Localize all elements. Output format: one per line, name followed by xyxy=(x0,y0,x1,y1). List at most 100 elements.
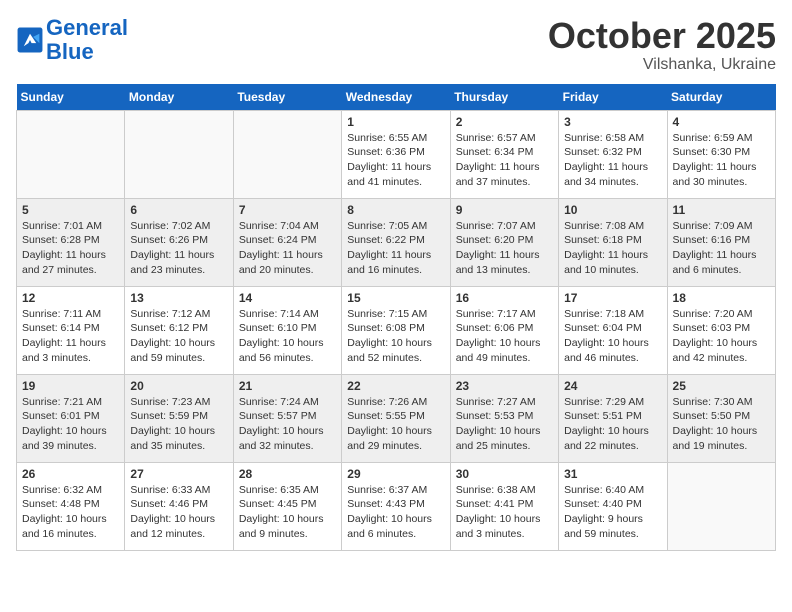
day-info: Sunrise: 7:01 AM Sunset: 6:28 PM Dayligh… xyxy=(22,219,119,278)
calendar-cell: 12 Sunrise: 7:11 AM Sunset: 6:14 PM Dayli… xyxy=(17,286,125,374)
day-number: 24 xyxy=(564,379,661,393)
day-info: Sunrise: 7:02 AM Sunset: 6:26 PM Dayligh… xyxy=(130,219,227,278)
day-number: 15 xyxy=(347,291,444,305)
calendar-cell: 20 Sunrise: 7:23 AM Sunset: 5:59 PM Dayli… xyxy=(125,374,233,462)
day-number: 11 xyxy=(673,203,770,217)
day-info: Sunrise: 7:07 AM Sunset: 6:20 PM Dayligh… xyxy=(456,219,553,278)
weekday-header: Tuesday xyxy=(233,84,341,111)
day-info: Sunrise: 7:29 AM Sunset: 5:51 PM Dayligh… xyxy=(564,395,661,454)
calendar-cell: 7 Sunrise: 7:04 AM Sunset: 6:24 PM Daylig… xyxy=(233,198,341,286)
weekday-header: Sunday xyxy=(17,84,125,111)
day-info: Sunrise: 6:40 AM Sunset: 4:40 PM Dayligh… xyxy=(564,483,661,542)
day-info: Sunrise: 7:09 AM Sunset: 6:16 PM Dayligh… xyxy=(673,219,770,278)
day-number: 27 xyxy=(130,467,227,481)
calendar-week-row: 12 Sunrise: 7:11 AM Sunset: 6:14 PM Dayli… xyxy=(17,286,776,374)
calendar-cell: 26 Sunrise: 6:32 AM Sunset: 4:48 PM Dayli… xyxy=(17,462,125,550)
day-info: Sunrise: 7:26 AM Sunset: 5:55 PM Dayligh… xyxy=(347,395,444,454)
calendar-cell: 9 Sunrise: 7:07 AM Sunset: 6:20 PM Daylig… xyxy=(450,198,558,286)
day-number: 13 xyxy=(130,291,227,305)
day-number: 4 xyxy=(673,115,770,129)
calendar-week-row: 5 Sunrise: 7:01 AM Sunset: 6:28 PM Daylig… xyxy=(17,198,776,286)
day-number: 3 xyxy=(564,115,661,129)
day-number: 18 xyxy=(673,291,770,305)
day-number: 30 xyxy=(456,467,553,481)
calendar-cell: 10Sunrise: 7:08 AM Sunset: 6:18 PM Dayli… xyxy=(559,198,667,286)
logo: General Blue xyxy=(16,16,128,64)
calendar-week-row: 1 Sunrise: 6:55 AM Sunset: 6:36 PM Daylig… xyxy=(17,110,776,198)
logo-text: General Blue xyxy=(46,16,128,64)
calendar-cell: 8 Sunrise: 7:05 AM Sunset: 6:22 PM Daylig… xyxy=(342,198,450,286)
day-info: Sunrise: 7:23 AM Sunset: 5:59 PM Dayligh… xyxy=(130,395,227,454)
calendar-cell: 17Sunrise: 7:18 AM Sunset: 6:04 PM Dayli… xyxy=(559,286,667,374)
calendar-cell: 14 Sunrise: 7:14 AM Sunset: 6:10 PM Dayli… xyxy=(233,286,341,374)
calendar-cell: 28 Sunrise: 6:35 AM Sunset: 4:45 PM Dayli… xyxy=(233,462,341,550)
month-title: October 2025 xyxy=(548,16,776,56)
day-info: Sunrise: 7:21 AM Sunset: 6:01 PM Dayligh… xyxy=(22,395,119,454)
calendar-cell: 13 Sunrise: 7:12 AM Sunset: 6:12 PM Dayli… xyxy=(125,286,233,374)
day-info: Sunrise: 7:12 AM Sunset: 6:12 PM Dayligh… xyxy=(130,307,227,366)
day-number: 16 xyxy=(456,291,553,305)
day-number: 22 xyxy=(347,379,444,393)
day-number: 14 xyxy=(239,291,336,305)
day-number: 1 xyxy=(347,115,444,129)
calendar-cell: 1 Sunrise: 6:55 AM Sunset: 6:36 PM Daylig… xyxy=(342,110,450,198)
calendar-cell: 23 Sunrise: 7:27 AM Sunset: 5:53 PM Dayli… xyxy=(450,374,558,462)
calendar-week-row: 19 Sunrise: 7:21 AM Sunset: 6:01 PM Dayli… xyxy=(17,374,776,462)
day-number: 28 xyxy=(239,467,336,481)
calendar-cell: 11 Sunrise: 7:09 AM Sunset: 6:16 PM Dayli… xyxy=(667,198,775,286)
day-info: Sunrise: 7:24 AM Sunset: 5:57 PM Dayligh… xyxy=(239,395,336,454)
calendar-cell: 25 Sunrise: 7:30 AM Sunset: 5:50 PM Dayli… xyxy=(667,374,775,462)
day-number: 23 xyxy=(456,379,553,393)
day-info: Sunrise: 7:11 AM Sunset: 6:14 PM Dayligh… xyxy=(22,307,119,366)
day-number: 12 xyxy=(22,291,119,305)
calendar-cell: 2Sunrise: 6:57 AM Sunset: 6:34 PM Daylig… xyxy=(450,110,558,198)
calendar-cell xyxy=(667,462,775,550)
calendar-cell: 31 Sunrise: 6:40 AM Sunset: 4:40 PM Dayli… xyxy=(559,462,667,550)
day-info: Sunrise: 7:30 AM Sunset: 5:50 PM Dayligh… xyxy=(673,395,770,454)
day-info: Sunrise: 6:37 AM Sunset: 4:43 PM Dayligh… xyxy=(347,483,444,542)
calendar-cell: 27Sunrise: 6:33 AM Sunset: 4:46 PM Dayli… xyxy=(125,462,233,550)
day-number: 20 xyxy=(130,379,227,393)
day-number: 17 xyxy=(564,291,661,305)
day-number: 31 xyxy=(564,467,661,481)
day-info: Sunrise: 7:05 AM Sunset: 6:22 PM Dayligh… xyxy=(347,219,444,278)
day-info: Sunrise: 7:15 AM Sunset: 6:08 PM Dayligh… xyxy=(347,307,444,366)
calendar-cell: 18 Sunrise: 7:20 AM Sunset: 6:03 PM Dayli… xyxy=(667,286,775,374)
calendar-cell xyxy=(125,110,233,198)
calendar-cell: 19 Sunrise: 7:21 AM Sunset: 6:01 PM Dayli… xyxy=(17,374,125,462)
day-number: 6 xyxy=(130,203,227,217)
day-info: Sunrise: 6:38 AM Sunset: 4:41 PM Dayligh… xyxy=(456,483,553,542)
day-info: Sunrise: 6:32 AM Sunset: 4:48 PM Dayligh… xyxy=(22,483,119,542)
calendar-cell: 3Sunrise: 6:58 AM Sunset: 6:32 PM Daylig… xyxy=(559,110,667,198)
day-info: Sunrise: 6:35 AM Sunset: 4:45 PM Dayligh… xyxy=(239,483,336,542)
calendar-cell: 30 Sunrise: 6:38 AM Sunset: 4:41 PM Dayli… xyxy=(450,462,558,550)
calendar-table: SundayMondayTuesdayWednesdayThursdayFrid… xyxy=(16,84,776,551)
day-number: 7 xyxy=(239,203,336,217)
calendar-cell: 22 Sunrise: 7:26 AM Sunset: 5:55 PM Dayli… xyxy=(342,374,450,462)
day-number: 10 xyxy=(564,203,661,217)
calendar-cell: 16Sunrise: 7:17 AM Sunset: 6:06 PM Dayli… xyxy=(450,286,558,374)
day-number: 9 xyxy=(456,203,553,217)
day-info: Sunrise: 6:55 AM Sunset: 6:36 PM Dayligh… xyxy=(347,131,444,190)
title-block: October 2025 Vilshanka, Ukraine xyxy=(548,16,776,74)
day-info: Sunrise: 7:27 AM Sunset: 5:53 PM Dayligh… xyxy=(456,395,553,454)
day-info: Sunrise: 7:20 AM Sunset: 6:03 PM Dayligh… xyxy=(673,307,770,366)
day-number: 2 xyxy=(456,115,553,129)
day-info: Sunrise: 7:04 AM Sunset: 6:24 PM Dayligh… xyxy=(239,219,336,278)
weekday-header: Monday xyxy=(125,84,233,111)
day-number: 25 xyxy=(673,379,770,393)
day-number: 5 xyxy=(22,203,119,217)
calendar-header-row: SundayMondayTuesdayWednesdayThursdayFrid… xyxy=(17,84,776,111)
day-number: 8 xyxy=(347,203,444,217)
calendar-cell: 24 Sunrise: 7:29 AM Sunset: 5:51 PM Dayli… xyxy=(559,374,667,462)
day-number: 21 xyxy=(239,379,336,393)
day-number: 29 xyxy=(347,467,444,481)
calendar-week-row: 26 Sunrise: 6:32 AM Sunset: 4:48 PM Dayli… xyxy=(17,462,776,550)
day-number: 19 xyxy=(22,379,119,393)
calendar-cell xyxy=(233,110,341,198)
day-number: 26 xyxy=(22,467,119,481)
day-info: Sunrise: 7:14 AM Sunset: 6:10 PM Dayligh… xyxy=(239,307,336,366)
calendar-cell: 21 Sunrise: 7:24 AM Sunset: 5:57 PM Dayli… xyxy=(233,374,341,462)
weekday-header: Thursday xyxy=(450,84,558,111)
calendar-cell: 15 Sunrise: 7:15 AM Sunset: 6:08 PM Dayli… xyxy=(342,286,450,374)
